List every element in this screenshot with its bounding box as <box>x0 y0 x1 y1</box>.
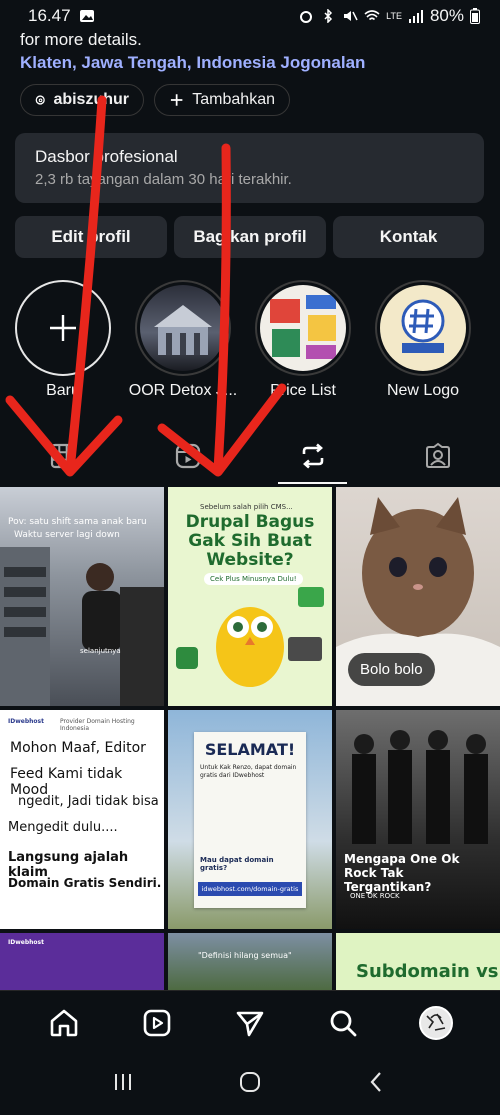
professional-dashboard[interactable]: Dasbor profesional 2,3 rb tayangan dalam… <box>15 133 484 203</box>
bottom-nav <box>0 990 500 1054</box>
post-tile[interactable]: IDwebhost <box>0 933 164 990</box>
bluetooth-icon <box>324 9 333 23</box>
post-tile[interactable]: IDwebhost Provider Domain Hosting Indone… <box>0 710 164 929</box>
network-type: LTE <box>386 10 402 21</box>
plus-icon <box>170 94 183 106</box>
post-text: Mengedit dulu.... <box>8 820 118 835</box>
search-icon <box>330 1010 357 1036</box>
nav-search[interactable] <box>319 999 367 1047</box>
post-tile[interactable]: Mengapa One Ok Rock Tak Tergantikan? ONE… <box>336 710 500 929</box>
threads-icon <box>35 95 45 105</box>
threads-username: abiszuhur <box>53 91 129 108</box>
highlight-new-logo[interactable]: New Logo <box>368 280 478 400</box>
mute-icon <box>344 11 358 21</box>
post-tile[interactable]: Sebelum salah pilih CMS... Drupal Bagus … <box>168 487 332 706</box>
avatar <box>418 1005 453 1040</box>
recents-icon <box>115 1074 132 1090</box>
signal-icon <box>408 10 423 23</box>
post-tile[interactable]: Pov: satu shift sama anak baru Waktu ser… <box>0 487 164 706</box>
post-text: Provider Domain Hosting Indonesia <box>60 718 135 732</box>
profile-tabs <box>0 428 500 484</box>
add-link-label: Tambahkan <box>192 91 275 108</box>
post-text: Domain Gratis Sendiri. <box>8 876 162 890</box>
repost-icon <box>302 443 323 469</box>
home-icon <box>51 1009 78 1036</box>
post-text: Pov: satu shift sama anak baru <box>8 517 147 527</box>
post-text: Mohon Maaf, Editor <box>10 740 146 756</box>
tab-tagged[interactable] <box>375 428 500 484</box>
post-text: Untuk Kak Renzo, dapat domain gratis dar… <box>200 764 297 779</box>
highlight-label: OOR Detox J... <box>128 382 238 399</box>
highlight-label: Baru <box>46 382 80 399</box>
post-tile[interactable]: Subdomain vs <box>336 933 500 990</box>
highlight-cover-image <box>260 285 346 371</box>
dashboard-title: Dasbor profesional <box>35 147 178 166</box>
add-link-chip[interactable]: Tambahkan <box>154 84 290 116</box>
tab-reels[interactable] <box>125 428 250 484</box>
status-time: 16.47 <box>28 6 71 25</box>
alarm-icon <box>300 11 313 23</box>
post-tile[interactable]: SELAMAT! Untuk Kak Renzo, dapat domain g… <box>168 710 332 929</box>
contact-button[interactable]: Kontak <box>333 216 484 258</box>
nav-reels[interactable] <box>133 999 181 1047</box>
post-tile[interactable]: "Definisi hilang semua" <box>168 933 332 990</box>
tab-reposts[interactable] <box>250 428 375 484</box>
post-headline: Subdomain vs <box>356 961 499 982</box>
system-nav-bar <box>0 1054 500 1115</box>
nav-profile[interactable] <box>412 999 460 1047</box>
highlight-price-list[interactable]: Price List <box>248 280 358 400</box>
battery-percent: 80% <box>429 6 464 25</box>
battery-icon <box>470 8 480 24</box>
post-text: idwebhost.com/domain-gratis <box>198 882 302 896</box>
post-headline: SELAMAT! <box>204 740 296 759</box>
highlight-cover-image <box>380 285 466 371</box>
gallery-icon <box>79 10 94 22</box>
post-overlay-label: Bolo bolo <box>348 653 435 686</box>
plus-icon <box>50 315 76 341</box>
home-button[interactable] <box>238 1070 262 1099</box>
highlight-cover-image <box>140 285 226 371</box>
post-text: "Definisi hilang semua" <box>198 951 292 960</box>
bio-location-link[interactable]: Klaten, Jawa Tengah, Indonesia Jogonalan <box>20 53 365 73</box>
share-profile-button[interactable]: Bagikan profil <box>174 216 326 258</box>
status-bar: 16.47 LTE 80% <box>0 0 500 32</box>
post-brand: IDwebhost <box>8 718 44 725</box>
grid-icon <box>50 443 75 469</box>
post-tile[interactable]: Bolo bolo <box>336 487 500 706</box>
highlight-label: Price List <box>270 382 336 399</box>
post-headline: Mengapa One Ok Rock Tak Tergantikan? <box>344 852 460 894</box>
post-text: selanjutnya <box>80 647 121 655</box>
system-home-icon <box>239 1072 260 1092</box>
edit-profile-button[interactable]: Edit profil <box>15 216 167 258</box>
owl-illustration <box>176 587 324 687</box>
bio-text: for more details. <box>20 30 142 49</box>
reels-icon <box>143 1009 171 1036</box>
post-text: Waktu server lagi down <box>14 530 120 540</box>
highlight-new[interactable]: Baru <box>8 280 118 400</box>
back-button[interactable] <box>365 1070 389 1099</box>
highlight-label: New Logo <box>386 382 460 399</box>
tab-posts[interactable] <box>0 428 125 484</box>
nav-messages[interactable] <box>226 999 274 1047</box>
posts-grid: Pov: satu shift sama anak baru Waktu ser… <box>0 487 500 990</box>
tagged-icon <box>425 442 450 468</box>
highlight-oor-detox[interactable]: OOR Detox J... <box>128 280 238 400</box>
back-icon <box>370 1072 381 1092</box>
threads-chip[interactable]: abiszuhur <box>20 84 144 116</box>
post-text: ngedit, Jadi tidak bisa <box>18 794 159 809</box>
nav-home[interactable] <box>40 999 88 1047</box>
send-icon <box>236 1011 264 1036</box>
wifi-icon <box>364 10 380 21</box>
post-text: ONE OK ROCK <box>350 892 400 900</box>
recent-apps-button[interactable] <box>111 1070 135 1099</box>
dashboard-subtitle: 2,3 rb tayangan dalam 30 hari terakhir. <box>35 171 292 188</box>
reels-icon <box>175 443 200 469</box>
post-text: Mau dapat domain gratis? <box>200 856 274 872</box>
post-brand: IDwebhost <box>8 939 44 946</box>
